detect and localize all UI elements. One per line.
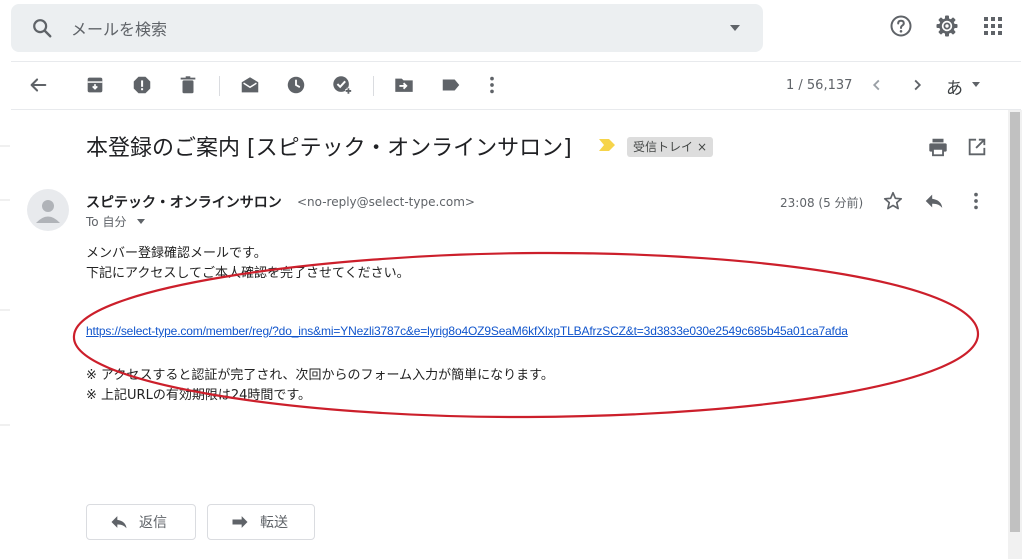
- delete-trash-icon[interactable]: [177, 74, 199, 96]
- newer-chevron-left-icon[interactable]: [866, 74, 888, 96]
- toolbar-separator: [219, 76, 220, 96]
- mark-unread-icon[interactable]: [239, 74, 261, 96]
- header-divider: [11, 61, 1021, 62]
- archive-icon[interactable]: [84, 74, 106, 96]
- sender-avatar: [27, 189, 69, 231]
- print-icon[interactable]: [927, 136, 949, 158]
- forward-button-label: 転送: [260, 515, 288, 531]
- inbox-label-text: 受信トレイ: [633, 140, 694, 154]
- left-panel-edge: [0, 145, 10, 426]
- verification-link[interactable]: https://select-type.com/member/reg/?do_i…: [86, 324, 848, 338]
- body-line-1: メンバー登録確認メールです。: [86, 246, 267, 261]
- remove-label-button[interactable]: ×: [697, 140, 707, 154]
- toolbar-divider: [11, 109, 1021, 110]
- body-line-2: 下記にアクセスしてご本人確認を完了させてください。: [86, 266, 410, 281]
- snooze-clock-icon[interactable]: [285, 74, 307, 96]
- more-options-icon[interactable]: [481, 74, 503, 96]
- input-tools-caret-icon: [972, 82, 980, 87]
- reply-button-label: 返信: [139, 515, 167, 531]
- add-to-tasks-icon[interactable]: [331, 74, 353, 96]
- help-icon[interactable]: [889, 14, 913, 38]
- recipient-details-toggle[interactable]: To 自分: [86, 213, 126, 230]
- default-person-icon: [36, 200, 60, 223]
- report-spam-icon[interactable]: [131, 74, 153, 96]
- search-input[interactable]: [69, 16, 693, 42]
- reply-icon: [111, 516, 127, 529]
- search-icon[interactable]: [31, 17, 53, 39]
- input-tools-button[interactable]: あ: [946, 74, 980, 99]
- forward-icon: [232, 516, 248, 528]
- back-arrow-icon[interactable]: [27, 74, 49, 96]
- reply-arrow-icon[interactable]: [923, 190, 945, 212]
- importance-marker-icon[interactable]: [598, 138, 616, 152]
- label-tag-icon[interactable]: [440, 74, 462, 96]
- move-to-folder-icon[interactable]: [393, 74, 415, 96]
- recipient-details-caret-icon[interactable]: [137, 219, 145, 224]
- body-note-2: ※ 上記URLの有効期限は24時間です。: [86, 388, 312, 403]
- older-chevron-right-icon[interactable]: [906, 74, 928, 96]
- settings-gear-icon[interactable]: [935, 14, 959, 38]
- toolbar-separator: [373, 76, 374, 96]
- input-tools-label: あ: [946, 79, 963, 99]
- search-options-dropdown-icon[interactable]: [727, 20, 743, 36]
- pagination-count: 1 / 56,137: [786, 78, 853, 93]
- sender-email: <no-reply@select-type.com>: [297, 195, 475, 209]
- apps-grid-icon[interactable]: [981, 14, 1005, 38]
- star-icon[interactable]: [882, 190, 904, 212]
- email-subject: 本登録のご案内 [スピテック・オンラインサロン]: [86, 136, 572, 161]
- body-note-1: ※ アクセスすると認証が完了され、次回からのフォーム入力が簡単になります。: [86, 368, 554, 383]
- forward-button[interactable]: 転送: [207, 504, 315, 540]
- email-timestamp: 23:08 (5 分前): [780, 196, 864, 210]
- sender-name: スピテック・オンラインサロン: [86, 195, 282, 211]
- reply-button[interactable]: 返信: [86, 504, 196, 540]
- open-in-new-window-icon[interactable]: [966, 136, 988, 158]
- search-bar[interactable]: [11, 4, 763, 52]
- message-more-options-icon[interactable]: [965, 190, 987, 212]
- scrollbar-thumb[interactable]: [1010, 112, 1020, 532]
- inbox-label-chip: 受信トレイ ×: [627, 137, 714, 157]
